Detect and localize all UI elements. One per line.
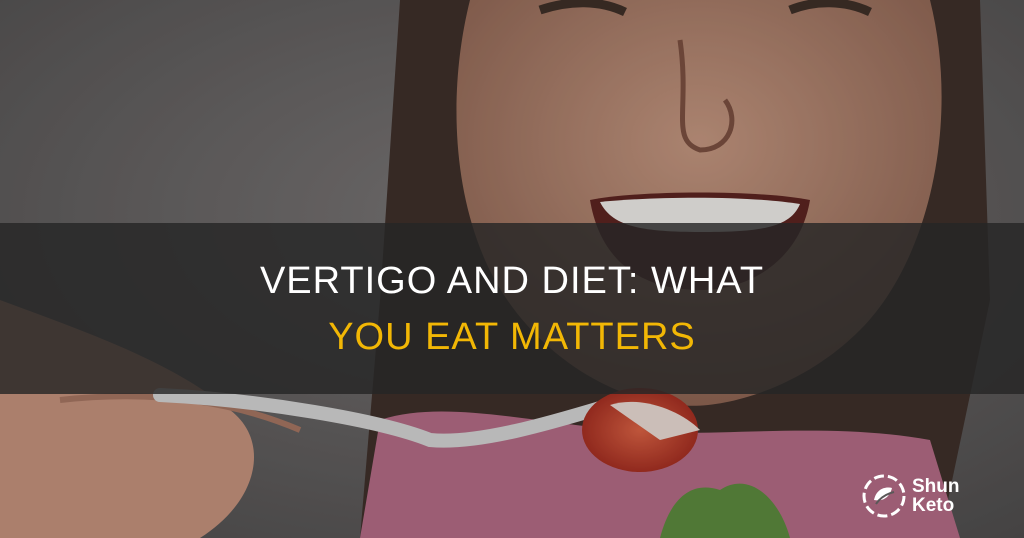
- leaf-circle-icon: [862, 474, 906, 518]
- title-band: VERTIGO AND DIET: WHAT YOU EAT MATTERS: [0, 223, 1024, 394]
- brand-name-line-1: Shun: [912, 476, 960, 497]
- article-title-line-1: VERTIGO AND DIET: WHAT: [259, 259, 765, 302]
- brand-name-line-2: Keto: [912, 495, 955, 516]
- article-title-line-2: YOU EAT MATTERS: [328, 315, 696, 358]
- brand-logo[interactable]: Shun Keto: [862, 474, 982, 518]
